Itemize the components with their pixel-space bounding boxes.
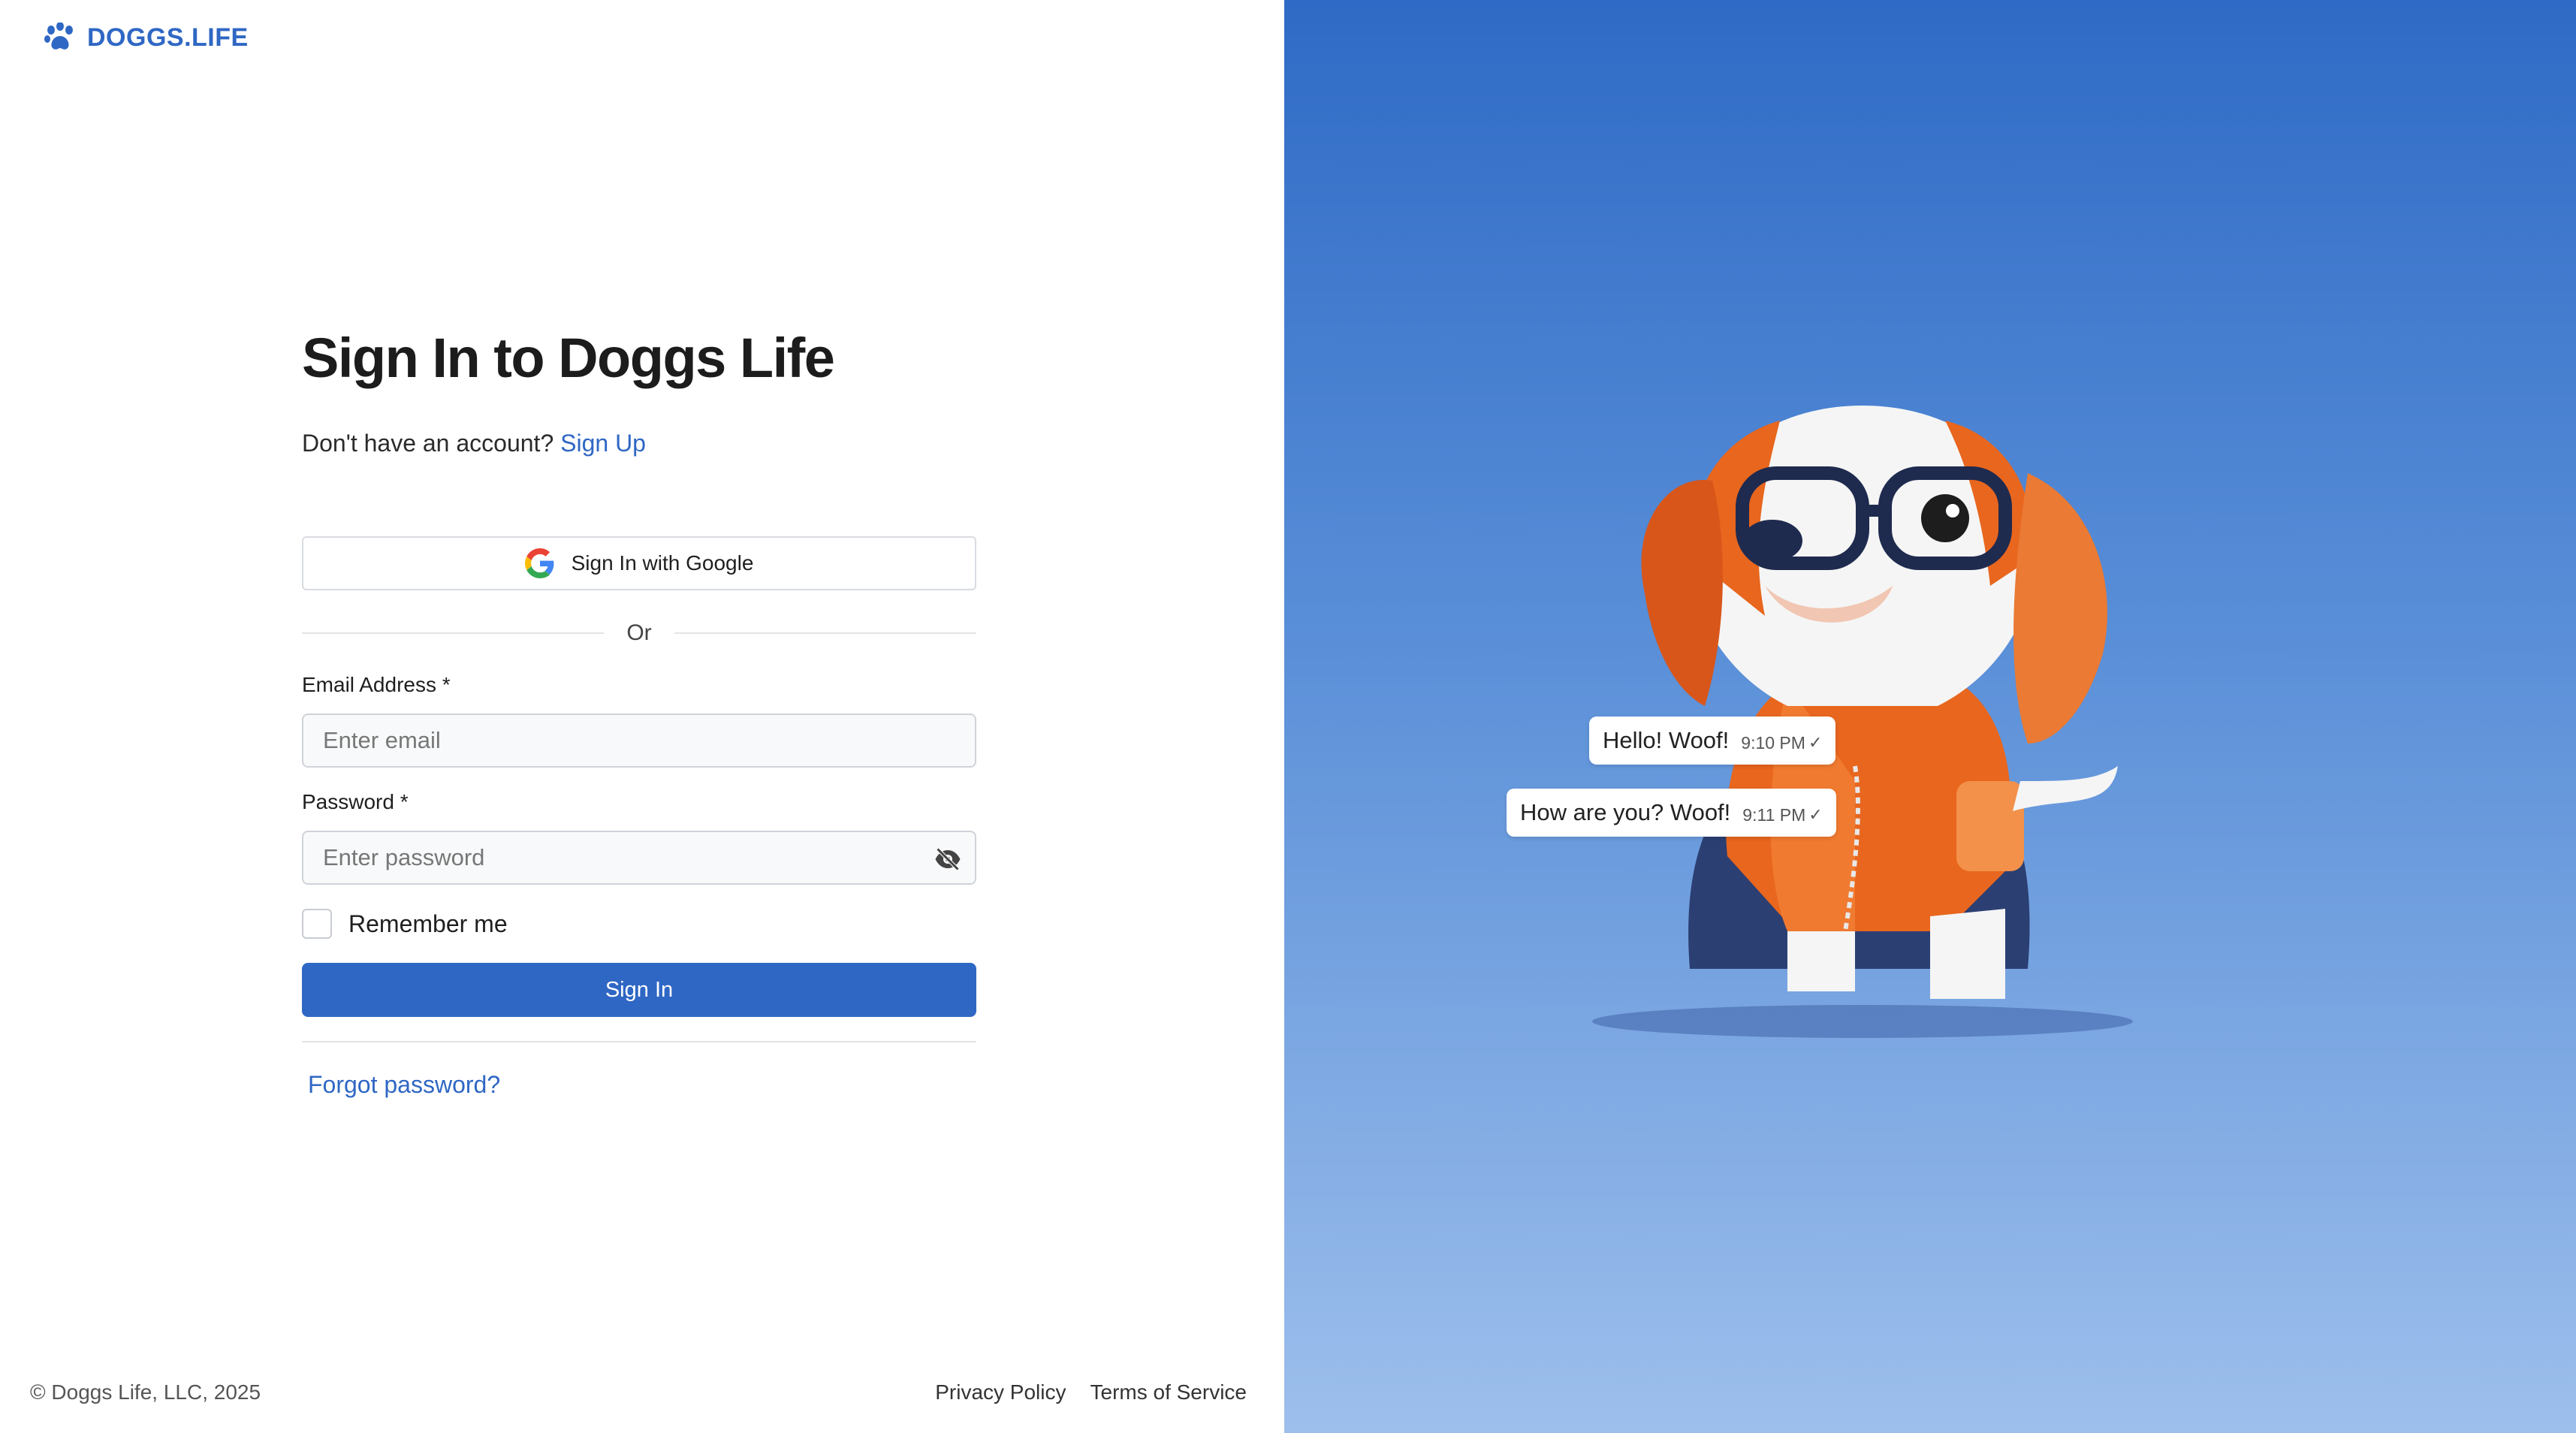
no-account-text: Don't have an account? <box>302 430 554 457</box>
password-field-wrapper <box>302 831 976 885</box>
form-divider <box>302 1041 976 1042</box>
paw-icon <box>44 23 73 50</box>
signup-link[interactable]: Sign Up <box>560 430 646 457</box>
check-icon: ✓ <box>1808 733 1823 752</box>
bubble-time: 9:11 PM <box>1742 804 1806 825</box>
email-input[interactable] <box>303 715 975 766</box>
signin-button[interactable]: Sign In <box>302 963 976 1017</box>
password-label: Password * <box>302 790 409 813</box>
signup-prompt: Don't have an account? Sign Up <box>302 430 976 457</box>
divider-line-left <box>302 632 605 634</box>
forgot-password-link[interactable]: Forgot password? <box>308 1071 500 1099</box>
password-input[interactable] <box>303 832 975 883</box>
remember-me: Remember me <box>302 909 508 939</box>
remember-label: Remember me <box>348 910 508 937</box>
chat-bubble: How are you? Woof! 9:11 PM ✓ <box>1507 789 1836 837</box>
copyright-text: © Doggs Life, LLC, 2025 <box>30 1380 261 1404</box>
chat-bubble: Hello! Woof! 9:10 PM ✓ <box>1589 716 1836 765</box>
check-icon: ✓ <box>1808 805 1823 824</box>
terms-of-service-link[interactable]: Terms of Service <box>1090 1380 1247 1404</box>
bubble-message: Hello! Woof! <box>1603 727 1730 753</box>
privacy-policy-link[interactable]: Privacy Policy <box>935 1380 1066 1404</box>
page-title: Sign In to Doggs Life <box>302 327 835 389</box>
email-label: Email Address * <box>302 673 451 696</box>
eye-off-icon[interactable] <box>934 846 961 873</box>
bubble-time: 9:10 PM <box>1741 732 1805 753</box>
google-signin-button[interactable]: Sign In with Google <box>302 536 976 590</box>
bubble-message: How are you? Woof! <box>1520 799 1731 825</box>
divider-text: Or <box>626 620 652 645</box>
remember-checkbox[interactable] <box>302 909 332 939</box>
login-panel: DOGGS.LIFE Sign In to Doggs Life Don't h… <box>0 0 1284 1433</box>
or-divider: Or <box>302 614 977 652</box>
brand-logo[interactable]: DOGGS.LIFE <box>44 23 249 53</box>
footer-links: Privacy Policy Terms of Service <box>935 1380 1247 1404</box>
brand-name: DOGGS.LIFE <box>87 23 249 52</box>
signin-form: Sign In to Doggs Life Don't have an acco… <box>302 327 977 1098</box>
google-icon <box>524 548 554 578</box>
email-field-wrapper <box>302 713 976 768</box>
divider-line-right <box>674 632 977 634</box>
google-button-label: Sign In with Google <box>571 551 754 575</box>
